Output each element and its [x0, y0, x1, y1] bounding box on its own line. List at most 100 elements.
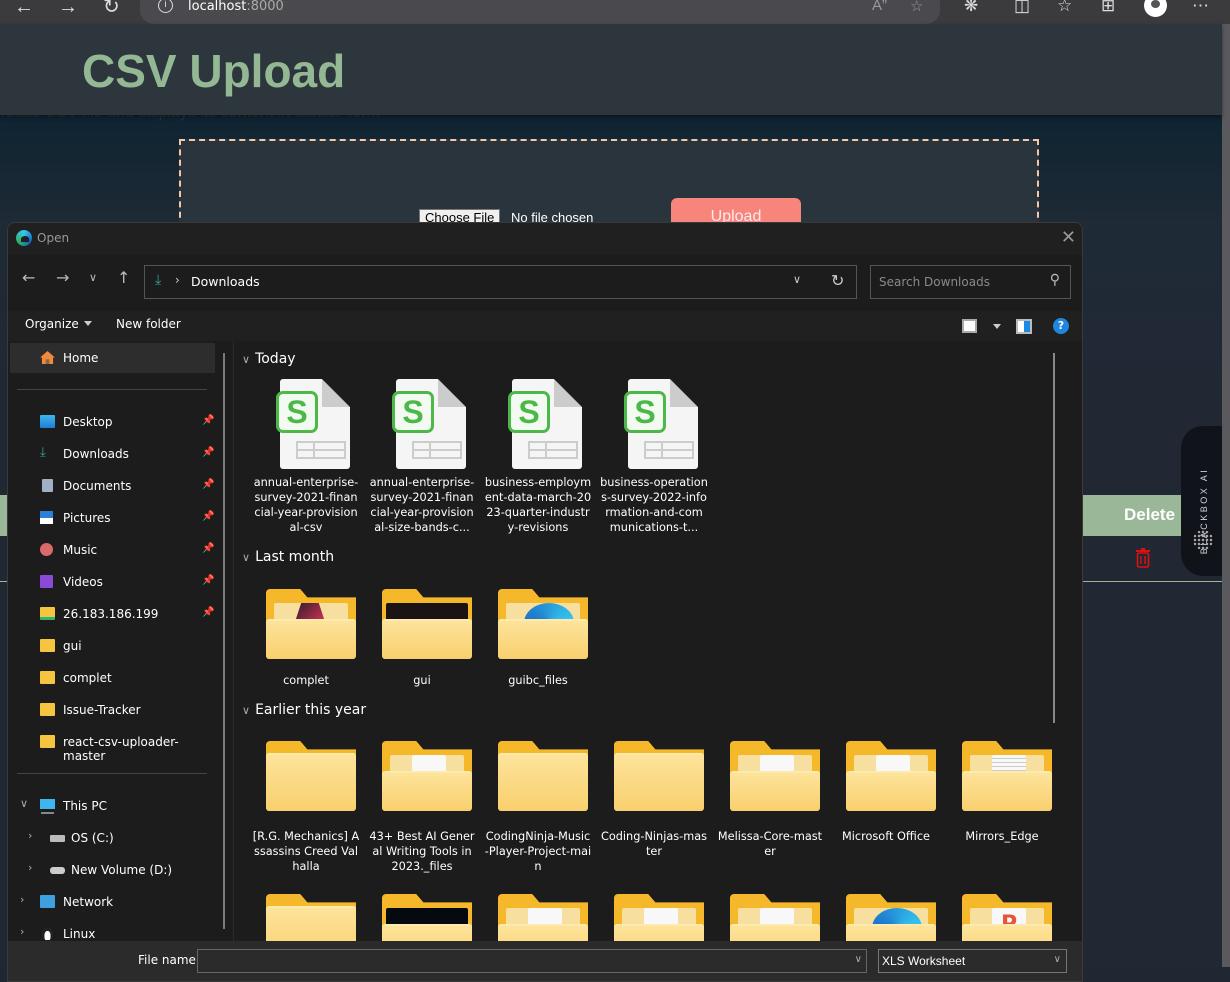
dialog-title: Open: [37, 231, 70, 245]
chevron-down-icon[interactable]: ∨: [20, 797, 28, 810]
pin-icon[interactable]: 📌: [202, 607, 214, 618]
desktop-icon: [40, 415, 55, 428]
address-bar[interactable]: i localhost:8000 A” ☆: [140, 0, 940, 24]
home-icon: [40, 351, 55, 364]
dialog-titlebar: Open ✕: [8, 223, 1082, 255]
blackbox-ai-tab[interactable]: BLACKBOX AI: [1181, 426, 1226, 576]
group-header-earlier-this-year[interactable]: ∨ Earlier this year: [242, 702, 366, 718]
file-type-select[interactable]: XLS Worksheet ∨: [878, 949, 1067, 973]
sidebar-item-drive-c[interactable]: › OS (C:): [10, 823, 215, 853]
chevron-right-icon[interactable]: ›: [20, 893, 24, 906]
open-file-dialog: Open ✕ ← → ∨ ↑ ⤓ › Downloads ∨ ↻ Search …: [7, 222, 1083, 982]
chevron-down-icon: ∨: [242, 353, 251, 366]
sidebar-item-issue-tracker[interactable]: Issue-Tracker: [10, 695, 215, 725]
chevron-down-icon[interactable]: ∨: [793, 273, 801, 286]
folder-icon: [266, 741, 356, 811]
search-input[interactable]: Search Downloads ⚲: [870, 265, 1071, 299]
file-name-input[interactable]: ∨: [197, 949, 867, 973]
computer-icon: [40, 799, 55, 812]
split-screen-icon[interactable]: ◫: [1014, 0, 1030, 16]
pin-icon[interactable]: 📌: [202, 415, 214, 426]
group-header-last-month[interactable]: ∨ Last month: [242, 549, 334, 565]
sidebar-item-drive-d[interactable]: › New Volume (D:): [10, 855, 215, 885]
chevron-down-icon: ∨: [242, 551, 251, 564]
network-icon: [40, 895, 55, 908]
folder-icon: [498, 589, 588, 659]
info-icon[interactable]: i: [158, 0, 173, 13]
chevron-right-icon[interactable]: ›: [20, 925, 24, 938]
pin-icon[interactable]: 📌: [202, 575, 214, 586]
browser-toolbar: ← → ↻ i localhost:8000 A” ☆ ❋ ◫ ☆ ⊞ ⋯: [0, 0, 1230, 24]
preview-pane-icon[interactable]: [1016, 319, 1032, 334]
search-icon[interactable]: ⚲: [1050, 272, 1060, 288]
pin-icon[interactable]: 📌: [202, 479, 214, 490]
profile-icon[interactable]: [1144, 0, 1167, 17]
refresh-icon[interactable]: ↻: [103, 0, 120, 19]
pin-icon[interactable]: 📌: [202, 447, 214, 458]
sidebar-item-music[interactable]: Music 📌: [10, 535, 215, 565]
page-scrollbar[interactable]: [1222, 24, 1230, 967]
chevron-down-icon[interactable]: ∨: [855, 954, 862, 965]
favorite-icon[interactable]: ☆: [910, 0, 923, 15]
forward-icon[interactable]: →: [58, 0, 78, 19]
organize-button[interactable]: Organize: [25, 317, 92, 331]
pictures-icon: [40, 511, 53, 524]
spreadsheet-file-icon: S: [508, 379, 582, 469]
collections-icon[interactable]: ⊞: [1101, 0, 1115, 16]
delete-column-header: Delete: [1124, 505, 1176, 524]
spreadsheet-file-icon: S: [624, 379, 698, 469]
sidebar-item-gui[interactable]: gui: [10, 631, 215, 661]
trash-icon[interactable]: [1135, 548, 1151, 568]
sidebar-item-videos[interactable]: Videos 📌: [10, 567, 215, 597]
folder-icon: [846, 741, 936, 811]
sidebar-item-react-csv-uploader-master[interactable]: react-csv-uploader-master: [10, 727, 215, 763]
forward-icon[interactable]: →: [56, 268, 69, 287]
view-options-caret-icon[interactable]: [993, 324, 1001, 329]
folder-icon: [40, 703, 55, 716]
up-icon[interactable]: ↑: [117, 268, 130, 287]
back-icon[interactable]: ←: [14, 0, 34, 19]
linux-penguin-icon: [42, 927, 53, 940]
extensions-icon[interactable]: ❋: [964, 0, 978, 16]
blackbox-logo-icon: [1193, 530, 1213, 550]
pin-icon[interactable]: 📌: [202, 543, 214, 554]
url-text: localhost:8000: [188, 0, 284, 14]
sidebar-item-complet[interactable]: complet: [10, 663, 215, 693]
folder-icon: [962, 741, 1052, 811]
divider: [17, 389, 207, 390]
view-mode-icon[interactable]: [962, 319, 977, 333]
folder-icon: [382, 741, 472, 811]
new-folder-button[interactable]: New folder: [116, 317, 181, 331]
sidebar-item-network-share[interactable]: 26.183.186.199 📌: [10, 599, 215, 629]
back-icon[interactable]: ←: [22, 268, 35, 287]
close-icon[interactable]: ✕: [1061, 227, 1076, 248]
sidebar-item-pictures[interactable]: Pictures 📌: [10, 503, 215, 533]
sidebar-item-downloads[interactable]: ⤓ Downloads 📌: [10, 439, 215, 469]
favorites-icon[interactable]: ☆: [1057, 0, 1072, 16]
path-bar[interactable]: ⤓ › Downloads ∨ ↻: [144, 265, 857, 299]
read-aloud-icon[interactable]: A”: [872, 0, 887, 14]
recent-locations-chevron-icon[interactable]: ∨: [89, 271, 97, 284]
chevron-down-icon: ∨: [242, 704, 251, 717]
documents-icon: [42, 479, 53, 492]
network-folder-icon: [40, 607, 55, 620]
sidebar-item-network[interactable]: › Network: [10, 887, 215, 917]
chevron-right-icon[interactable]: ›: [28, 861, 32, 874]
pin-icon[interactable]: 📌: [202, 511, 214, 522]
sidebar-item-desktop[interactable]: Desktop 📌: [10, 407, 215, 437]
content-scrollbar[interactable]: [1053, 353, 1055, 723]
help-icon[interactable]: ?: [1053, 318, 1069, 334]
chevron-down-icon[interactable]: ∨: [1054, 954, 1061, 965]
breadcrumb-downloads[interactable]: Downloads: [191, 274, 260, 289]
sidebar-item-this-pc[interactable]: ∨ This PC: [10, 791, 215, 821]
chevron-right-icon[interactable]: ›: [28, 829, 32, 842]
sidebar-item-documents[interactable]: Documents 📌: [10, 471, 215, 501]
more-icon[interactable]: ⋯: [1192, 0, 1209, 16]
refresh-icon[interactable]: ↻: [831, 271, 844, 290]
folder-icon: [266, 589, 356, 659]
pane-splitter[interactable]: [233, 341, 234, 941]
sidebar-scrollbar[interactable]: [223, 353, 225, 929]
group-header-today[interactable]: ∨ Today: [242, 351, 296, 367]
file-list: ∨ Today S annual-enterprise-survey-2021-f…: [236, 341, 1076, 964]
sidebar-item-home[interactable]: Home: [10, 343, 215, 373]
